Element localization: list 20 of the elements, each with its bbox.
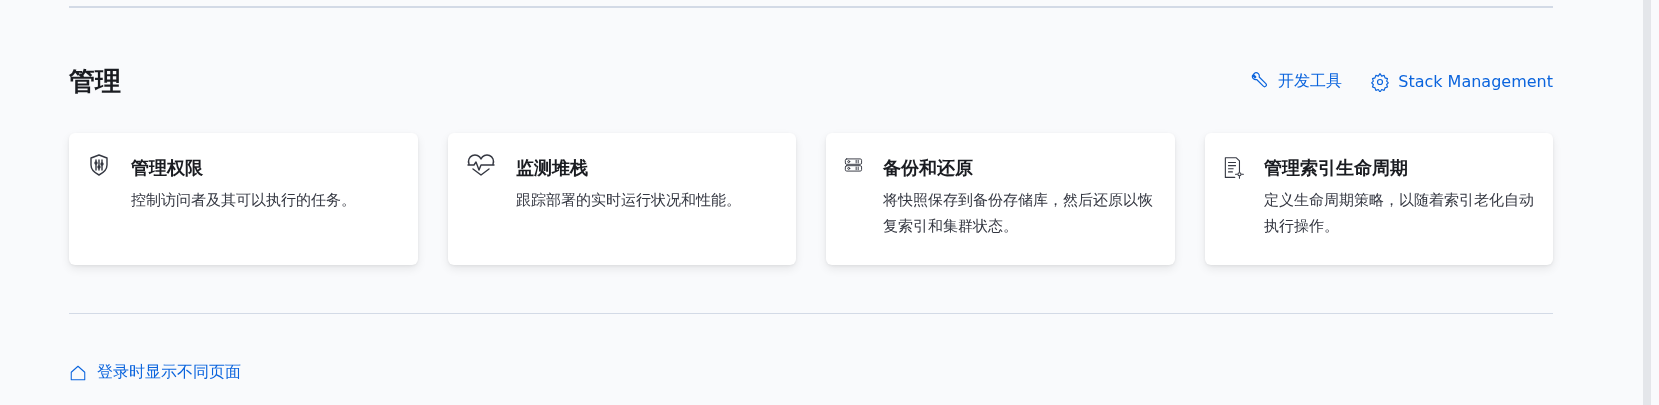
header-link[interactable]: Stack Management — [1370, 71, 1553, 92]
section-title: 管理 — [69, 65, 121, 98]
card-title: 管理索引生命周期 — [1264, 156, 1410, 180]
heartbeat-icon — [465, 153, 496, 177]
card-description: 控制访问者及其可以执行的任务。 — [131, 190, 356, 211]
footer-link[interactable]: 登录时显示不同页面 — [69, 362, 241, 383]
card-description: 定义生命周期策略，以随着索引老化自动执行操作。 — [1264, 190, 1535, 237]
card-title: 备份和还原 — [882, 156, 974, 180]
settings-icon — [1370, 71, 1391, 92]
feature-card[interactable]: 管理权限 控制访问者及其可以执行的任务。 — [69, 133, 418, 265]
shield-icon — [87, 153, 111, 177]
card-title: 管理权限 — [131, 156, 204, 180]
feature-card[interactable]: 监测堆栈 跟踪部署的实时运行状况和性能。 — [447, 133, 796, 265]
header-link[interactable]: 开发工具 — [1250, 71, 1343, 92]
card-title: 监测堆栈 — [515, 156, 589, 180]
feature-card[interactable]: 管理索引生命周期 定义生命周期策略，以随着索引老化自动执行操作。 — [1204, 133, 1553, 265]
feature-card[interactable]: 备份和还原 将快照保存到备份存储库，然后还原以恢复索引和集群状态。 — [826, 133, 1175, 265]
home-icon — [69, 363, 87, 382]
card-description: 将快照保存到备份存储库，然后还原以恢复索引和集群状态。 — [882, 190, 1154, 237]
card-description: 跟踪部署的实时运行状况和性能。 — [515, 190, 741, 211]
